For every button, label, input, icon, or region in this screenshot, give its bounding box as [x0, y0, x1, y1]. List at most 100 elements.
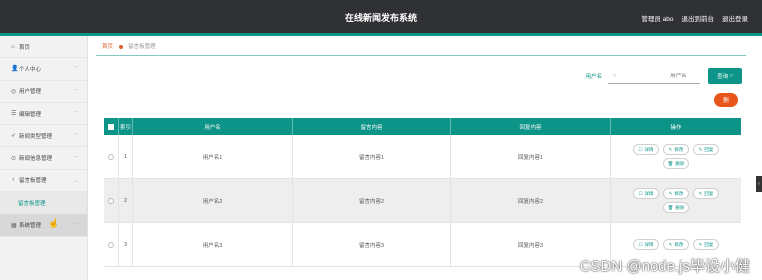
sidebar-item-home[interactable]: ⌂ 首页 [0, 36, 87, 59]
table-header: 索引 用户名 留言内容 回复内容 操作 [104, 118, 741, 135]
chevron-down-icon: ﹀ [73, 133, 79, 140]
sidebar-item-label: 新闻类型管理 [19, 133, 53, 140]
row-message: 留言内容1 [293, 135, 451, 178]
sidebar-item-label: 首页 [19, 44, 31, 51]
table-row: 2 用户名2 留言内容2 回复内容2 ☐ 详情 ✎ 修改 ✎ 回复 🗑 删除 [104, 179, 741, 223]
detail-icon: ☐ [638, 146, 643, 152]
row-check-cell [104, 135, 119, 178]
query-button[interactable]: 查询 ○ [708, 68, 742, 84]
sidebar: ⌂ 首页 👤 个人中心 ﹀ ◎ 用户管理 ﹀ ☰ 编辑管理 ﹀ ➶ 新闻类型管理… [0, 36, 88, 280]
edit-icon: ✎ [668, 190, 673, 196]
sidebar-item-label: 编辑管理 [19, 111, 42, 118]
sidebar-item-label: 个人中心 [19, 66, 42, 73]
edit-button[interactable]: ✎ 修改 [663, 144, 689, 155]
search-icon: ○ [728, 73, 733, 79]
row-checkbox[interactable] [108, 241, 114, 248]
row-index: 1 [119, 135, 133, 178]
breadcrumb: 首页 留言板管理 [102, 42, 156, 50]
user-icon: 👤 [11, 66, 19, 73]
header-username: 用户名 [133, 118, 293, 135]
edit-button[interactable]: ✎ 修改 [663, 188, 689, 199]
sidebar-item-label: 留言板管理 [18, 200, 46, 207]
topbar-links: 管理员 abo 退出到前台 退出登录 [641, 13, 748, 23]
row-index: 3 [119, 223, 133, 266]
hand-cursor-icon: ☝ [48, 218, 60, 228]
search-label: 用户名 [585, 74, 602, 80]
row-checkbox[interactable] [108, 197, 114, 204]
chevron-down-icon: ﹀ [73, 88, 79, 95]
header-index: 索引 [119, 118, 133, 135]
watermark: CSDN @node.js毕设小健 [579, 258, 750, 275]
detail-button[interactable]: ☐ 详情 [633, 188, 659, 199]
header-message: 留言内容 [293, 118, 451, 135]
sidebar-item-news-types[interactable]: ➶ 新闻类型管理 ﹀ [0, 125, 87, 148]
search-icon: ○ [613, 72, 617, 79]
edit-icon: ✎ [668, 241, 673, 247]
row-username: 用户名2 [133, 179, 293, 222]
row-actions: ☐ 详情 ✎ 修改 ✎ 回复 🗑 删除 [611, 135, 741, 178]
edit-button[interactable]: ✎ 修改 [663, 239, 689, 250]
chevron-up-icon: ︿ [73, 177, 79, 184]
breadcrumb-separator-icon [118, 44, 123, 49]
messages-table: 索引 用户名 留言内容 回复内容 操作 1 用户名1 留言内容1 回复内容1 ☐… [104, 118, 741, 267]
row-index: 2 [119, 179, 133, 222]
top-bar: 在线新闻发布系统 管理员 abo 退出到前台 退出登录 [0, 0, 762, 33]
breadcrumb-home[interactable]: 首页 [102, 44, 113, 50]
row-username: 用户名3 [133, 223, 293, 266]
detail-button[interactable]: ☐ 详情 [633, 239, 659, 250]
detail-button[interactable]: ☐ 详情 [633, 144, 659, 155]
circle-icon: ⊙ [11, 155, 17, 162]
breadcrumb-divider [96, 55, 746, 56]
back-to-front-link[interactable]: 退出到前台 [682, 13, 715, 23]
trash-icon: 🗑 [667, 160, 674, 166]
row-reply: 回复内容1 [451, 135, 611, 178]
users-icon: ◎ [11, 88, 17, 95]
row-message: 留言内容2 [293, 179, 451, 222]
trash-icon: 🗑 [667, 204, 674, 210]
sidebar-item-users[interactable]: ◎ 用户管理 ﹀ [0, 81, 87, 103]
reply-button[interactable]: ✎ 回复 [693, 239, 719, 250]
table-row: 1 用户名1 留言内容1 回复内容1 ☐ 详情 ✎ 修改 ✎ 回复 🗑 删除 [104, 135, 741, 179]
collapse-handle[interactable]: ‹ [756, 176, 762, 192]
sidebar-item-label: 系统管理 [19, 223, 42, 230]
sidebar-item-editors[interactable]: ☰ 编辑管理 ﹀ [0, 103, 87, 126]
sidebar-item-profile[interactable]: 👤 个人中心 ﹀ [0, 58, 87, 81]
delete-button[interactable]: 🗑 删除 [663, 202, 689, 213]
row-message: 留言内容3 [293, 223, 451, 266]
chevron-down-icon: ﹀ [73, 155, 79, 162]
chevron-down-icon: ﹀ [73, 66, 79, 73]
reply-button[interactable]: ✎ 回复 [693, 188, 719, 199]
chevron-down-icon: ﹀ [73, 222, 79, 229]
admin-label: 管理员 abo [641, 16, 674, 23]
row-username: 用户名1 [133, 135, 293, 178]
home-icon: ⌂ [11, 43, 15, 50]
search-field[interactable]: ○ [608, 68, 700, 84]
sidebar-item-label: 留言板管理 [19, 178, 47, 185]
sidebar-item-label: 用户管理 [19, 89, 42, 96]
row-check-cell [104, 223, 119, 266]
main-content: 首页 留言板管理 用户名 ○ 查询 ○ 删 索引 用户名 留言内容 回复内容 操… [88, 36, 750, 280]
search-bar: 用户名 ○ 查询 ○ [585, 68, 742, 84]
query-button-label: 查询 [717, 74, 729, 80]
detail-icon: ☐ [638, 241, 643, 247]
sidebar-item-messages[interactable]: ♁ 留言板管理 ︿ [0, 170, 87, 193]
delete-button[interactable]: 🗑 删除 [663, 158, 689, 169]
sidebar-item-system[interactable]: ▦ 系统管理 ﹀ [0, 214, 87, 237]
reply-button[interactable]: ✎ 回复 [693, 144, 719, 155]
bulb-icon: ♁ [11, 177, 16, 184]
sidebar-item-news-info[interactable]: ⊙ 新闻信息管理 ﹀ [0, 147, 87, 170]
reply-icon: ✎ [698, 146, 703, 152]
detail-icon: ☐ [638, 190, 643, 196]
search-input[interactable] [636, 72, 687, 79]
select-all-checkbox[interactable] [108, 123, 114, 130]
list-icon: ☰ [11, 111, 17, 118]
breadcrumb-current: 留言板管理 [128, 44, 156, 50]
reply-icon: ✎ [698, 241, 703, 247]
row-check-cell [104, 179, 119, 222]
sidebar-subitem-messages[interactable]: 留言板管理 [0, 192, 87, 215]
edit-icon: ✎ [668, 146, 673, 152]
batch-delete-button[interactable]: 删 [714, 93, 738, 107]
logout-link[interactable]: 退出登录 [722, 13, 748, 23]
row-checkbox[interactable] [108, 153, 114, 160]
header-reply: 回复内容 [451, 118, 611, 135]
